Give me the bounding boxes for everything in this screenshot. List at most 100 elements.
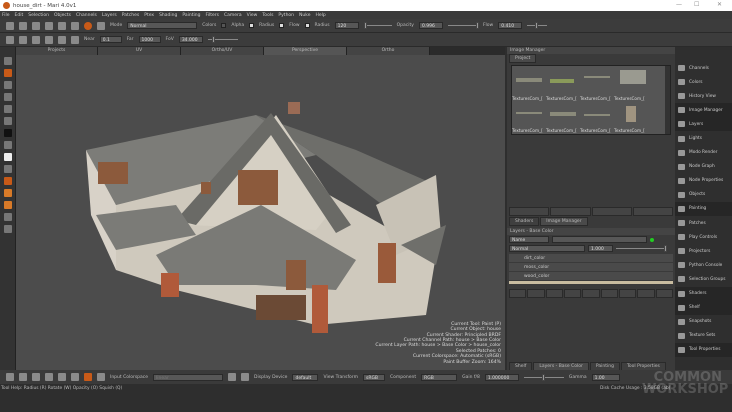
palette-play-controls[interactable]: Play Controls <box>675 230 732 244</box>
undo-icon[interactable] <box>71 21 79 30</box>
merge-button[interactable] <box>637 289 655 298</box>
blend-mode-select[interactable]: Normal <box>509 245 585 252</box>
menu-camera[interactable]: Camera <box>224 13 242 18</box>
radius-checkbox[interactable] <box>249 23 255 28</box>
undo-stroke-icon[interactable] <box>6 373 14 381</box>
layer-filter-select[interactable]: Name <box>509 236 549 243</box>
image-thumb[interactable] <box>584 76 610 78</box>
down-arrow-icon[interactable] <box>32 373 40 381</box>
palette-node-graph[interactable]: Node Graph <box>675 160 732 174</box>
import-image-button[interactable] <box>509 207 550 216</box>
grid-icon[interactable] <box>4 225 12 233</box>
image-thumb[interactable] <box>584 114 610 116</box>
cube-icon[interactable] <box>45 35 53 44</box>
paint-tool-icon[interactable] <box>4 69 12 77</box>
palette-node-properties[interactable]: Node Properties <box>675 174 732 188</box>
tab-projects[interactable]: Projects <box>16 47 98 55</box>
paint-brush-icon[interactable] <box>84 21 92 30</box>
tab-ortho-uv[interactable]: Ortho/UV <box>181 47 264 55</box>
palette-colors[interactable]: Colors <box>675 75 732 89</box>
layer-opacity-slider[interactable] <box>616 245 667 252</box>
email-image-button[interactable] <box>591 207 632 216</box>
flow-checkbox[interactable] <box>279 23 285 28</box>
layer-filter-input[interactable] <box>552 236 647 243</box>
fov-input[interactable]: 34.000 <box>178 36 203 43</box>
swap-colors-icon[interactable] <box>4 141 12 149</box>
eraser-tool-icon[interactable] <box>4 81 12 89</box>
palette-tool-properties[interactable]: Tool Properties <box>675 342 732 357</box>
lut-icon[interactable] <box>241 373 250 381</box>
radius-slider[interactable] <box>363 22 392 29</box>
palette-history-view[interactable]: History View <box>675 89 732 103</box>
blur-tool-icon[interactable] <box>4 105 12 113</box>
palette-layers[interactable]: Layers <box>675 117 732 132</box>
menu-file[interactable]: File <box>2 13 10 18</box>
tab-shaders[interactable]: Shaders <box>509 217 540 226</box>
image-thumbnail-grid[interactable]: TexturesCom_[ TexturesCom_[ TexturesCom_… <box>511 65 671 135</box>
opacity-input[interactable]: 0.996 <box>418 22 443 29</box>
maximize-button[interactable]: ☐ <box>694 1 699 8</box>
add-image-button[interactable] <box>632 207 673 216</box>
palette-modo-render[interactable]: Modo Render <box>675 146 732 160</box>
duplicate-button[interactable] <box>618 289 637 298</box>
background-color-swatch[interactable] <box>4 153 12 161</box>
thumbnail-scrollbar[interactable] <box>665 66 670 134</box>
gain-slider[interactable] <box>523 373 564 381</box>
palette-shelf[interactable]: Shelf <box>675 300 732 315</box>
tab-image-manager[interactable]: Image Manager <box>540 217 588 226</box>
layer-item[interactable]: dirt_color <box>509 254 673 263</box>
light-icon[interactable] <box>71 35 79 44</box>
transform-icon[interactable] <box>4 213 12 221</box>
diamond-icon[interactable] <box>58 373 66 381</box>
menu-painting[interactable]: Painting <box>182 13 200 18</box>
palette-projectors[interactable]: Projectors <box>675 244 732 258</box>
circle-outline-icon[interactable] <box>71 373 79 381</box>
foreground-color-swatch[interactable] <box>4 129 12 137</box>
layer-item[interactable]: moss_color <box>509 263 673 272</box>
palette-painting[interactable]: Painting <box>675 201 732 217</box>
save-icon[interactable] <box>32 21 40 30</box>
menu-ptex[interactable]: Ptex <box>144 13 154 18</box>
procedural-layer-button[interactable] <box>545 289 563 298</box>
far-input[interactable]: 1000 <box>138 36 161 43</box>
eyedropper-tool-icon[interactable] <box>4 117 12 125</box>
mode-select[interactable]: Normal <box>127 22 198 29</box>
menu-filters[interactable]: Filters <box>205 13 219 18</box>
radius-input[interactable]: 120 <box>334 22 359 29</box>
colorspace-icon[interactable] <box>97 373 105 381</box>
menu-view[interactable]: View <box>247 13 258 18</box>
document-icon[interactable] <box>228 373 237 381</box>
image-thumb[interactable] <box>626 106 636 122</box>
flag-icon[interactable] <box>58 35 66 44</box>
tab-ortho[interactable]: Ortho <box>347 47 430 55</box>
layer-item[interactable]: wood_color <box>509 272 673 281</box>
image-thumb[interactable] <box>550 79 574 83</box>
camera-icon[interactable] <box>6 35 14 44</box>
menu-help[interactable]: Help <box>315 13 325 18</box>
tab-perspective[interactable]: Perspective <box>264 47 347 55</box>
tab-uv[interactable]: UV <box>98 47 181 55</box>
minimize-button[interactable]: — <box>676 1 682 8</box>
layer-item-selected[interactable] <box>509 281 673 285</box>
menu-selection[interactable]: Selection <box>28 13 49 18</box>
image-thumb[interactable] <box>620 70 646 84</box>
menu-python[interactable]: Python <box>278 13 294 18</box>
palette-python-console[interactable]: Python Console <box>675 258 732 272</box>
grid-button[interactable] <box>655 289 673 298</box>
bake-icon[interactable] <box>4 189 12 197</box>
menu-channels[interactable]: Channels <box>76 13 97 18</box>
paint-layer-button[interactable] <box>563 289 582 298</box>
share-icon[interactable] <box>58 21 66 30</box>
image-thumb[interactable] <box>516 78 542 82</box>
opacity-slider[interactable] <box>447 22 479 29</box>
close-button[interactable]: ✕ <box>717 1 722 8</box>
display-device-select[interactable]: default <box>292 373 319 381</box>
clone-tool-icon[interactable] <box>4 93 12 101</box>
palette-patches[interactable]: Patches <box>675 216 732 230</box>
select-tool-icon[interactable] <box>4 57 12 65</box>
layer-opacity-input[interactable]: 1.000 <box>588 245 613 252</box>
3d-viewport[interactable]: Current Tool: Paint (P) Current Object: … <box>16 55 505 370</box>
projection-icon[interactable] <box>4 177 12 185</box>
mask-button[interactable] <box>600 289 618 298</box>
menu-edit[interactable]: Edit <box>15 13 24 18</box>
